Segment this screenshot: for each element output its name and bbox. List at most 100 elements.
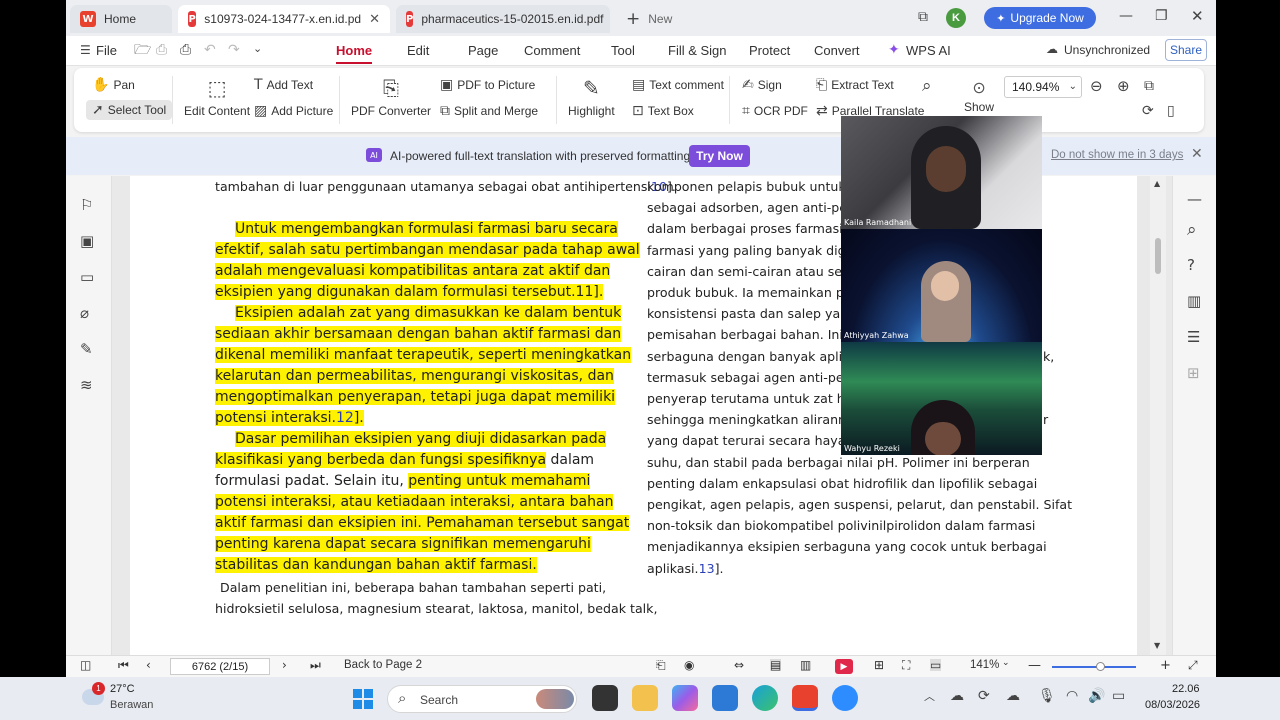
pdf-to-picture-button[interactable]: ▣ PDF to Picture (440, 78, 535, 92)
hamburger-icon[interactable]: ☰ (80, 44, 91, 56)
search-icon[interactable]: ⌕ (922, 78, 932, 95)
search-box[interactable]: ⌕ Search (387, 685, 577, 713)
minimize-icon[interactable]: — (1119, 9, 1133, 23)
zoom-in-icon[interactable]: ⊕ (1117, 79, 1130, 94)
comment-icon[interactable]: ▭ (80, 268, 94, 286)
onedrive-icon[interactable]: ☁ (950, 689, 964, 703)
add-text-button[interactable]: T Add Text (254, 78, 313, 92)
signature-icon[interactable]: ✎ (80, 340, 93, 358)
zoom-level[interactable]: 141% (970, 659, 999, 671)
grid-icon[interactable]: ⊞ (1187, 364, 1200, 382)
ocr-button[interactable]: ⌗ OCR PDF (742, 104, 808, 118)
chevron-down-icon[interactable]: ⌄ (1002, 659, 1010, 668)
bookmark-icon[interactable]: ⚐ (80, 196, 93, 214)
page-number-input[interactable]: 6762 (2/15) (170, 658, 270, 675)
zoom-input[interactable]: 140.94% ⌄ (1004, 76, 1082, 98)
grid-view-icon[interactable]: ⊞ (874, 659, 884, 671)
redo-icon[interactable]: ↷ (228, 43, 240, 57)
zoom-out-icon[interactable]: ⊖ (1090, 79, 1103, 94)
chevron-up-icon[interactable]: ︿ (924, 691, 935, 702)
file-explorer-icon[interactable] (632, 685, 658, 711)
try-now-button[interactable]: Try Now (689, 145, 750, 167)
volume-icon[interactable]: 🔊 (1088, 689, 1105, 703)
split-merge-button[interactable]: ⧉ Split and Merge (440, 104, 538, 118)
thumbnail-icon[interactable]: ▣ (80, 232, 94, 250)
rotate-icon[interactable]: ⟳ (1142, 104, 1154, 118)
show-button[interactable]: ⊙ Show (964, 80, 994, 115)
scroll-down-icon[interactable]: ▼ (1154, 642, 1160, 650)
edit-content-button[interactable]: ⬚ Edit Content (184, 78, 250, 118)
play-icon[interactable]: ▶ (835, 659, 853, 674)
fit-width-icon[interactable]: ⇔ (734, 659, 744, 671)
wps-taskbar-icon[interactable] (792, 685, 818, 711)
next-page-icon[interactable]: › (282, 659, 287, 671)
menu-fill-sign[interactable]: Fill & Sign (668, 43, 727, 58)
menu-protect[interactable]: Protect (749, 43, 790, 58)
menu-home[interactable]: Home (336, 43, 373, 64)
copilot-icon[interactable] (672, 685, 698, 711)
zoom-in-icon[interactable]: + (1160, 659, 1171, 672)
battery-icon[interactable]: ▭ (1112, 689, 1125, 703)
highlight-button[interactable]: ✎ Highlight (568, 78, 615, 118)
close-tab-icon[interactable]: ✕ (369, 11, 380, 27)
share-button[interactable]: Share (1165, 39, 1207, 61)
edge-icon[interactable] (752, 685, 778, 711)
clock-time[interactable]: 22.06 (1172, 683, 1200, 695)
tab-home[interactable]: W Home (70, 5, 172, 33)
store-icon[interactable] (712, 685, 738, 711)
last-page-icon[interactable]: ⏭ (310, 659, 321, 671)
reading-mode-icon[interactable]: ▭ (930, 659, 942, 671)
wifi-icon[interactable]: ◠ (1066, 689, 1078, 703)
settings-sliders-icon[interactable]: ☰ (1187, 328, 1200, 346)
task-view-icon[interactable] (592, 685, 618, 711)
first-page-icon[interactable]: ⏮ (118, 659, 129, 671)
zoom-out-icon[interactable]: — (1028, 659, 1041, 672)
citation-link[interactable]: 12 (336, 410, 354, 426)
participant-video-2[interactable]: Athiyyah Zahwa (841, 229, 1042, 342)
window-restore-icon[interactable]: ⧉ (918, 10, 928, 24)
undo-icon[interactable]: ↶ (204, 43, 216, 57)
layers-icon[interactable]: ≋ (80, 376, 93, 394)
search-icon[interactable]: ⌕ (1187, 220, 1197, 240)
pan-tool[interactable]: ✋ Pan (92, 78, 135, 92)
zoom-slider[interactable] (1052, 666, 1136, 668)
dismiss-link[interactable]: Do not show me in 3 days (1051, 149, 1183, 161)
scroll-up-icon[interactable]: ▲ (1154, 180, 1160, 188)
windows-start-icon[interactable] (353, 689, 373, 709)
menu-page[interactable]: Page (468, 43, 498, 58)
prev-page-icon[interactable]: ‹ (146, 659, 151, 671)
menu-convert[interactable]: Convert (814, 43, 860, 58)
fit-icon[interactable]: ⧉ (1144, 79, 1154, 93)
avatar[interactable]: K (946, 8, 966, 28)
new-tab-button[interactable]: + New (616, 5, 682, 33)
microphone-icon[interactable]: 🎙 (1038, 689, 1056, 703)
collapse-icon[interactable]: — (1187, 190, 1202, 208)
zoom-slider-thumb[interactable] (1096, 662, 1105, 671)
select-tool[interactable]: ➚ Select Tool (86, 100, 173, 120)
menu-wps-ai[interactable]: WPS AI (906, 43, 951, 58)
extract-text-button[interactable]: ⎗ Extract Text (816, 78, 894, 92)
sync-status[interactable]: Unsynchronized (1064, 43, 1150, 57)
citation-link[interactable]: 13 (699, 561, 715, 576)
tab-document-2[interactable]: P pharmaceutics-15-02015.en.id.pdf (396, 5, 610, 33)
pdf-converter-button[interactable]: ⎘ PDF Converter (351, 78, 431, 118)
single-page-icon[interactable]: ▤ (770, 659, 782, 671)
book-icon[interactable]: ▥ (1187, 292, 1201, 310)
participant-video-3[interactable]: Wahyu Rezeki (841, 342, 1042, 455)
add-picture-button[interactable]: ▨ Add Picture (254, 104, 333, 118)
help-icon[interactable]: ? (1187, 256, 1195, 274)
menu-edit[interactable]: Edit (407, 43, 429, 58)
attachment-icon[interactable]: ⌀ (80, 304, 89, 322)
sidebar-toggle-icon[interactable]: ◫ (80, 659, 91, 671)
sign-button[interactable]: ✍ Sign (742, 78, 782, 92)
chevron-down-icon[interactable]: ⌄ (253, 43, 262, 54)
save-icon[interactable]: ⎙ (156, 43, 167, 57)
open-folder-icon[interactable]: 🗁 (134, 43, 151, 57)
read-mode-icon[interactable]: ▯ (1167, 104, 1175, 118)
menu-file[interactable]: File (96, 43, 117, 58)
scroll-thumb[interactable] (1155, 238, 1161, 274)
close-banner-icon[interactable]: ✕ (1191, 147, 1203, 161)
print-icon[interactable]: ⎙ (180, 43, 191, 57)
export-icon[interactable]: ⎗ (656, 659, 666, 671)
zoom-app-icon[interactable] (832, 685, 858, 711)
